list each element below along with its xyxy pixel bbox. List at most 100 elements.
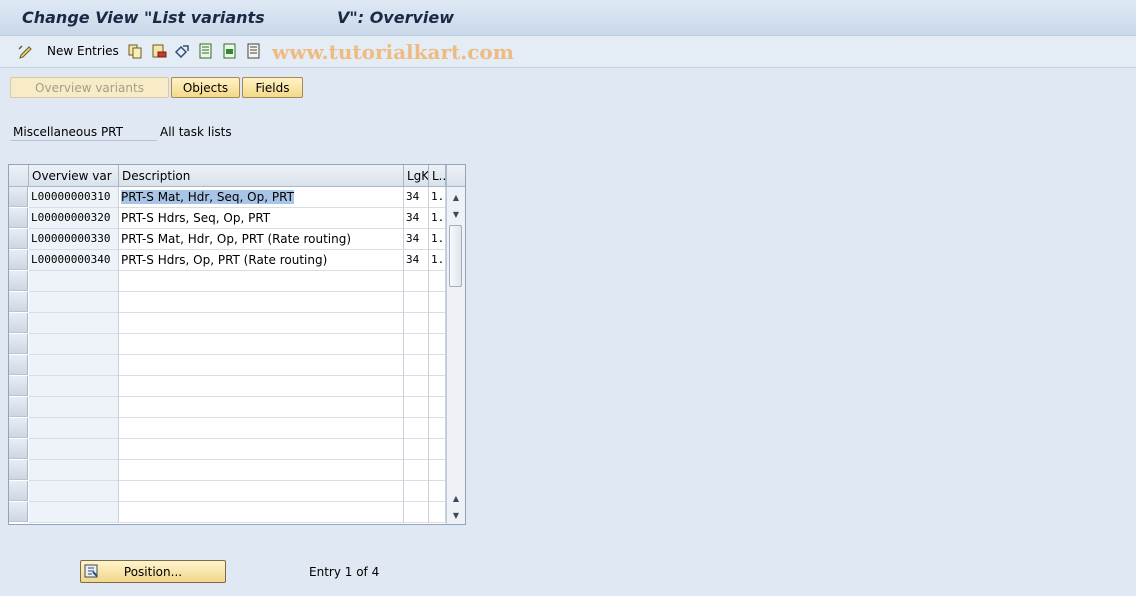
cell-l[interactable]	[429, 334, 446, 355]
tab-fields[interactable]: Fields	[242, 77, 303, 98]
cell-description[interactable]: PRT-S Hdrs, Op, PRT (Rate routing)	[119, 250, 404, 271]
row-selector[interactable]	[9, 313, 28, 333]
row-selector[interactable]	[9, 439, 28, 459]
cell-overview-var[interactable]	[29, 313, 119, 334]
cell-overview-var[interactable]	[29, 502, 119, 523]
row-selector[interactable]	[9, 460, 28, 480]
row-selector[interactable]	[9, 250, 28, 270]
cell-description[interactable]: PRT-S Hdrs, Seq, Op, PRT	[119, 208, 404, 229]
cell-l[interactable]: 1...	[429, 208, 446, 229]
cell-l[interactable]	[429, 397, 446, 418]
cell-overview-var[interactable]: L00000000320	[29, 208, 119, 229]
cell-description[interactable]	[119, 355, 404, 376]
cell-description[interactable]: PRT-S Mat, Hdr, Op, PRT (Rate routing)	[119, 229, 404, 250]
cell-l[interactable]	[429, 271, 446, 292]
column-header-overview-var[interactable]: Overview var	[29, 165, 119, 187]
page-down-icon[interactable]: ▼	[447, 206, 465, 222]
cell-description[interactable]	[119, 376, 404, 397]
cell-l[interactable]	[429, 439, 446, 460]
column-header-l[interactable]: L...	[429, 165, 446, 187]
cell-description[interactable]	[119, 397, 404, 418]
cell-overview-var[interactable]	[29, 481, 119, 502]
cell-l[interactable]	[429, 376, 446, 397]
row-selector[interactable]	[9, 292, 28, 312]
cell-description[interactable]	[119, 271, 404, 292]
row-selector[interactable]	[9, 208, 28, 228]
select-all-cell[interactable]	[9, 165, 29, 187]
row-selector[interactable]	[9, 187, 28, 207]
cell-lgk[interactable]	[404, 460, 429, 481]
cell-lgk[interactable]: 34	[404, 208, 429, 229]
cell-overview-var[interactable]	[29, 460, 119, 481]
edit-pencil-icon[interactable]	[18, 43, 34, 59]
table-settings-corner[interactable]	[446, 165, 465, 187]
cell-l[interactable]: 1...	[429, 229, 446, 250]
cell-overview-var[interactable]	[29, 334, 119, 355]
scroll-up-icon[interactable]: ▲	[447, 189, 465, 205]
cell-overview-var[interactable]	[29, 439, 119, 460]
cell-lgk[interactable]	[404, 313, 429, 334]
select-all-icon[interactable]	[198, 43, 214, 59]
row-selector[interactable]	[9, 355, 28, 375]
cell-description[interactable]	[119, 502, 404, 523]
cell-lgk[interactable]	[404, 334, 429, 355]
cell-description[interactable]	[119, 292, 404, 313]
page-up-icon[interactable]: ▲	[447, 490, 465, 506]
row-selector[interactable]	[9, 334, 28, 354]
column-header-description[interactable]: Description	[119, 165, 404, 187]
row-selector[interactable]	[9, 229, 28, 249]
cell-overview-var[interactable]: L00000000330	[29, 229, 119, 250]
cell-lgk[interactable]	[404, 397, 429, 418]
delete-icon[interactable]	[151, 43, 167, 59]
cell-overview-var[interactable]: L00000000340	[29, 250, 119, 271]
cell-l[interactable]	[429, 355, 446, 376]
cell-lgk[interactable]	[404, 292, 429, 313]
cell-l[interactable]	[429, 313, 446, 334]
cell-description[interactable]: PRT-S Mat, Hdr, Seq, Op, PRT	[119, 187, 404, 208]
cell-overview-var[interactable]	[29, 397, 119, 418]
cell-lgk[interactable]: 34	[404, 187, 429, 208]
select-block-icon[interactable]	[222, 43, 238, 59]
deselect-all-icon[interactable]	[246, 43, 262, 59]
cell-lgk[interactable]	[404, 355, 429, 376]
cell-description[interactable]	[119, 460, 404, 481]
cell-overview-var[interactable]	[29, 355, 119, 376]
scroll-thumb[interactable]	[449, 225, 462, 287]
new-entries-button[interactable]: New Entries	[47, 44, 119, 58]
undo-icon[interactable]	[174, 43, 190, 59]
cell-l[interactable]: 1...	[429, 250, 446, 271]
cell-overview-var[interactable]	[29, 376, 119, 397]
cell-lgk[interactable]	[404, 271, 429, 292]
row-selector[interactable]	[9, 376, 28, 396]
cell-overview-var[interactable]	[29, 292, 119, 313]
cell-overview-var[interactable]	[29, 418, 119, 439]
cell-lgk[interactable]: 34	[404, 229, 429, 250]
vertical-scrollbar[interactable]: ▲ ▼ ▲ ▼	[446, 187, 465, 524]
copy-icon[interactable]	[127, 43, 143, 59]
cell-l[interactable]	[429, 292, 446, 313]
cell-overview-var[interactable]	[29, 271, 119, 292]
position-button[interactable]: Position...	[80, 560, 226, 583]
row-selector[interactable]	[9, 271, 28, 291]
cell-description[interactable]	[119, 418, 404, 439]
scroll-down-icon[interactable]: ▼	[447, 507, 465, 523]
cell-l[interactable]	[429, 418, 446, 439]
cell-lgk[interactable]	[404, 376, 429, 397]
cell-lgk[interactable]	[404, 502, 429, 523]
cell-lgk[interactable]	[404, 439, 429, 460]
cell-lgk[interactable]: 34	[404, 250, 429, 271]
cell-description[interactable]	[119, 481, 404, 502]
cell-l[interactable]	[429, 481, 446, 502]
cell-lgk[interactable]	[404, 418, 429, 439]
cell-overview-var[interactable]: L00000000310	[29, 187, 119, 208]
row-selector[interactable]	[9, 397, 28, 417]
cell-lgk[interactable]	[404, 481, 429, 502]
cell-l[interactable]	[429, 502, 446, 523]
column-header-lgk[interactable]: LgK	[404, 165, 429, 187]
row-selector[interactable]	[9, 502, 28, 522]
cell-l[interactable]: 1...	[429, 187, 446, 208]
row-selector[interactable]	[9, 418, 28, 438]
tab-overview-variants[interactable]: Overview variants	[10, 77, 169, 98]
cell-description[interactable]	[119, 334, 404, 355]
cell-description[interactable]	[119, 439, 404, 460]
